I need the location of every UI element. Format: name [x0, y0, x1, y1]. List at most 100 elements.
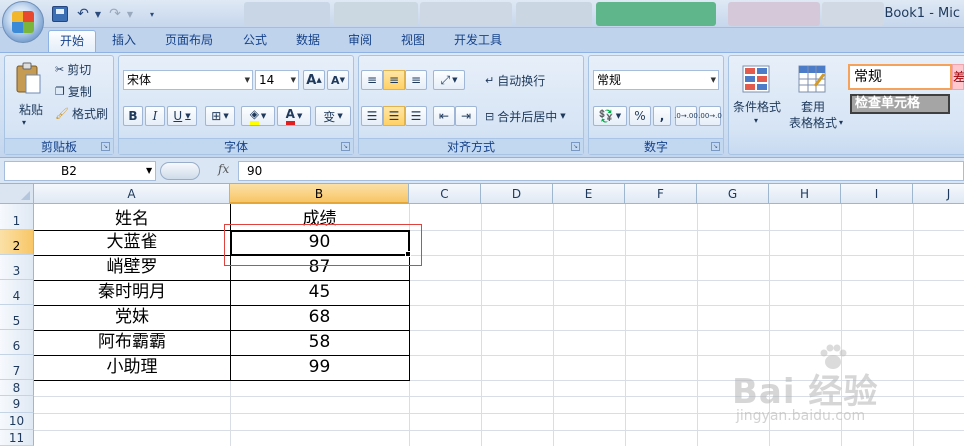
redo-dropdown-icon[interactable]: ▼: [125, 6, 135, 22]
borders-button[interactable]: ⊞ ▼: [205, 106, 235, 126]
select-all-corner[interactable]: [0, 184, 34, 204]
redo-icon[interactable]: ↷: [106, 6, 124, 22]
increase-indent-icon[interactable]: ⇥: [455, 106, 477, 126]
formula-bar-toggle[interactable]: [160, 162, 200, 180]
paste-dropdown-icon[interactable]: ▾: [17, 116, 31, 128]
row-header-7[interactable]: 7: [0, 355, 34, 380]
insert-function-icon[interactable]: fx: [218, 162, 229, 176]
accounting-format-button[interactable]: 💱 ▼: [593, 106, 627, 126]
cut-button[interactable]: ✂ 剪切: [55, 60, 91, 78]
row-header-6[interactable]: 6: [0, 330, 34, 355]
decrease-indent-icon[interactable]: ⇤: [433, 106, 455, 126]
tab-insert[interactable]: 插入: [100, 30, 148, 52]
align-middle-icon[interactable]: ≡: [383, 70, 405, 90]
tab-view[interactable]: 视图: [390, 30, 436, 52]
font-size-select[interactable]: 14 ▼: [255, 70, 299, 90]
font-launcher-icon[interactable]: ↘: [341, 142, 350, 151]
worksheet-grid[interactable]: A B C D E F G H I J 1 2 3 4 5 6 7 8 9 10…: [0, 184, 964, 446]
name-box-dropdown-icon[interactable]: ▼: [146, 166, 152, 175]
italic-button[interactable]: I: [145, 106, 165, 126]
name-box[interactable]: B2: [4, 161, 156, 181]
merge-center-button[interactable]: ⊟ 合并后居中 ▼: [485, 106, 566, 126]
tab-data[interactable]: 数据: [284, 30, 332, 52]
column-header-a[interactable]: A: [34, 184, 230, 204]
alignment-launcher-icon[interactable]: ↘: [571, 142, 580, 151]
conditional-format-icon[interactable]: [739, 62, 773, 96]
cell-a3[interactable]: 峭壁罗: [34, 255, 230, 280]
customize-toolbar-icon[interactable]: ▾: [146, 6, 158, 22]
clipboard-launcher-icon[interactable]: ↘: [101, 142, 110, 151]
align-top-icon[interactable]: ≡: [361, 70, 383, 90]
grow-font-button[interactable]: A ▲: [303, 70, 325, 90]
number-format-select[interactable]: 常规 ▼: [593, 70, 719, 90]
style-normal[interactable]: 常规: [848, 64, 952, 90]
cell-a7[interactable]: 小助理: [34, 355, 230, 380]
cell-a5[interactable]: 党妹: [34, 305, 230, 330]
row-header-8[interactable]: 8: [0, 380, 34, 396]
conditional-format-dropdown-icon[interactable]: ▾: [749, 114, 763, 126]
cell-b6[interactable]: 58: [230, 330, 409, 355]
phonetic-button[interactable]: 变 ▼: [315, 106, 351, 126]
cell-a1[interactable]: 姓名: [34, 204, 230, 230]
column-header-i[interactable]: I: [841, 184, 913, 204]
format-painter-button[interactable]: 🖌 格式刷: [55, 104, 108, 122]
paste-button[interactable]: 粘贴: [9, 100, 53, 118]
font-color-button[interactable]: A ▼: [277, 106, 311, 126]
underline-button[interactable]: U ▼: [167, 106, 197, 126]
cell-a6[interactable]: 阿布霸霸: [34, 330, 230, 355]
style-bad[interactable]: 差: [952, 64, 964, 90]
format-as-table-button[interactable]: 套用: [789, 98, 837, 114]
column-header-g[interactable]: G: [697, 184, 769, 204]
format-as-table-label-line2[interactable]: 表格格式 ▾: [785, 114, 847, 130]
office-button[interactable]: [2, 1, 44, 43]
cell-b4[interactable]: 45: [230, 280, 409, 305]
column-header-e[interactable]: E: [553, 184, 625, 204]
column-header-j[interactable]: J: [913, 184, 964, 204]
column-header-h[interactable]: H: [769, 184, 841, 204]
tab-developer[interactable]: 开发工具: [444, 30, 512, 52]
align-bottom-icon[interactable]: ≡: [405, 70, 427, 90]
formula-input[interactable]: 90: [238, 161, 964, 181]
column-header-f[interactable]: F: [625, 184, 697, 204]
style-check-cell[interactable]: 检查单元格: [850, 94, 950, 114]
fill-color-button[interactable]: ◈ ▼: [241, 106, 275, 126]
cell-a2[interactable]: 大蓝雀: [34, 230, 230, 255]
wrap-text-button[interactable]: ↵ 自动换行: [485, 70, 545, 90]
tab-page-layout[interactable]: 页面布局: [156, 30, 222, 52]
tab-formulas[interactable]: 公式: [232, 30, 278, 52]
decrease-decimal-button[interactable]: .00→.0: [698, 106, 722, 126]
conditional-format-button[interactable]: 条件格式: [731, 98, 783, 114]
undo-icon[interactable]: ↶: [74, 6, 92, 22]
tab-home[interactable]: 开始: [48, 30, 96, 52]
undo-dropdown-icon[interactable]: ▼: [93, 6, 103, 22]
orientation-icon[interactable]: ⤢ ▼: [433, 70, 465, 90]
paste-icon[interactable]: [9, 60, 47, 100]
number-launcher-icon[interactable]: ↘: [711, 142, 720, 151]
align-center-icon[interactable]: ☰: [383, 106, 405, 126]
percent-button[interactable]: %: [629, 106, 651, 126]
font-name-select[interactable]: 宋体 ▼: [123, 70, 253, 90]
row-header-2[interactable]: 2: [0, 230, 34, 255]
row-header-9[interactable]: 9: [0, 396, 34, 413]
tab-review[interactable]: 审阅: [338, 30, 382, 52]
column-header-c[interactable]: C: [409, 184, 481, 204]
save-icon[interactable]: [52, 6, 68, 22]
column-header-d[interactable]: D: [481, 184, 553, 204]
align-right-icon[interactable]: ☰: [405, 106, 427, 126]
row-header-1[interactable]: 1: [0, 204, 34, 230]
cell-b5[interactable]: 68: [230, 305, 409, 330]
copy-button[interactable]: ❐ 复制: [55, 82, 92, 100]
increase-decimal-button[interactable]: .0→.00: [674, 106, 698, 126]
row-header-3[interactable]: 3: [0, 255, 34, 280]
row-header-4[interactable]: 4: [0, 280, 34, 305]
row-header-5[interactable]: 5: [0, 305, 34, 330]
row-header-11[interactable]: 11: [0, 430, 34, 446]
bold-button[interactable]: B: [123, 106, 143, 126]
align-left-icon[interactable]: ☰: [361, 106, 383, 126]
cell-b7[interactable]: 99: [230, 355, 409, 380]
row-header-10[interactable]: 10: [0, 413, 34, 430]
format-as-table-icon[interactable]: [795, 62, 829, 96]
comma-button[interactable]: ,: [653, 106, 671, 126]
shrink-font-button[interactable]: A ▼: [327, 70, 349, 90]
cell-a4[interactable]: 秦时明月: [34, 280, 230, 305]
